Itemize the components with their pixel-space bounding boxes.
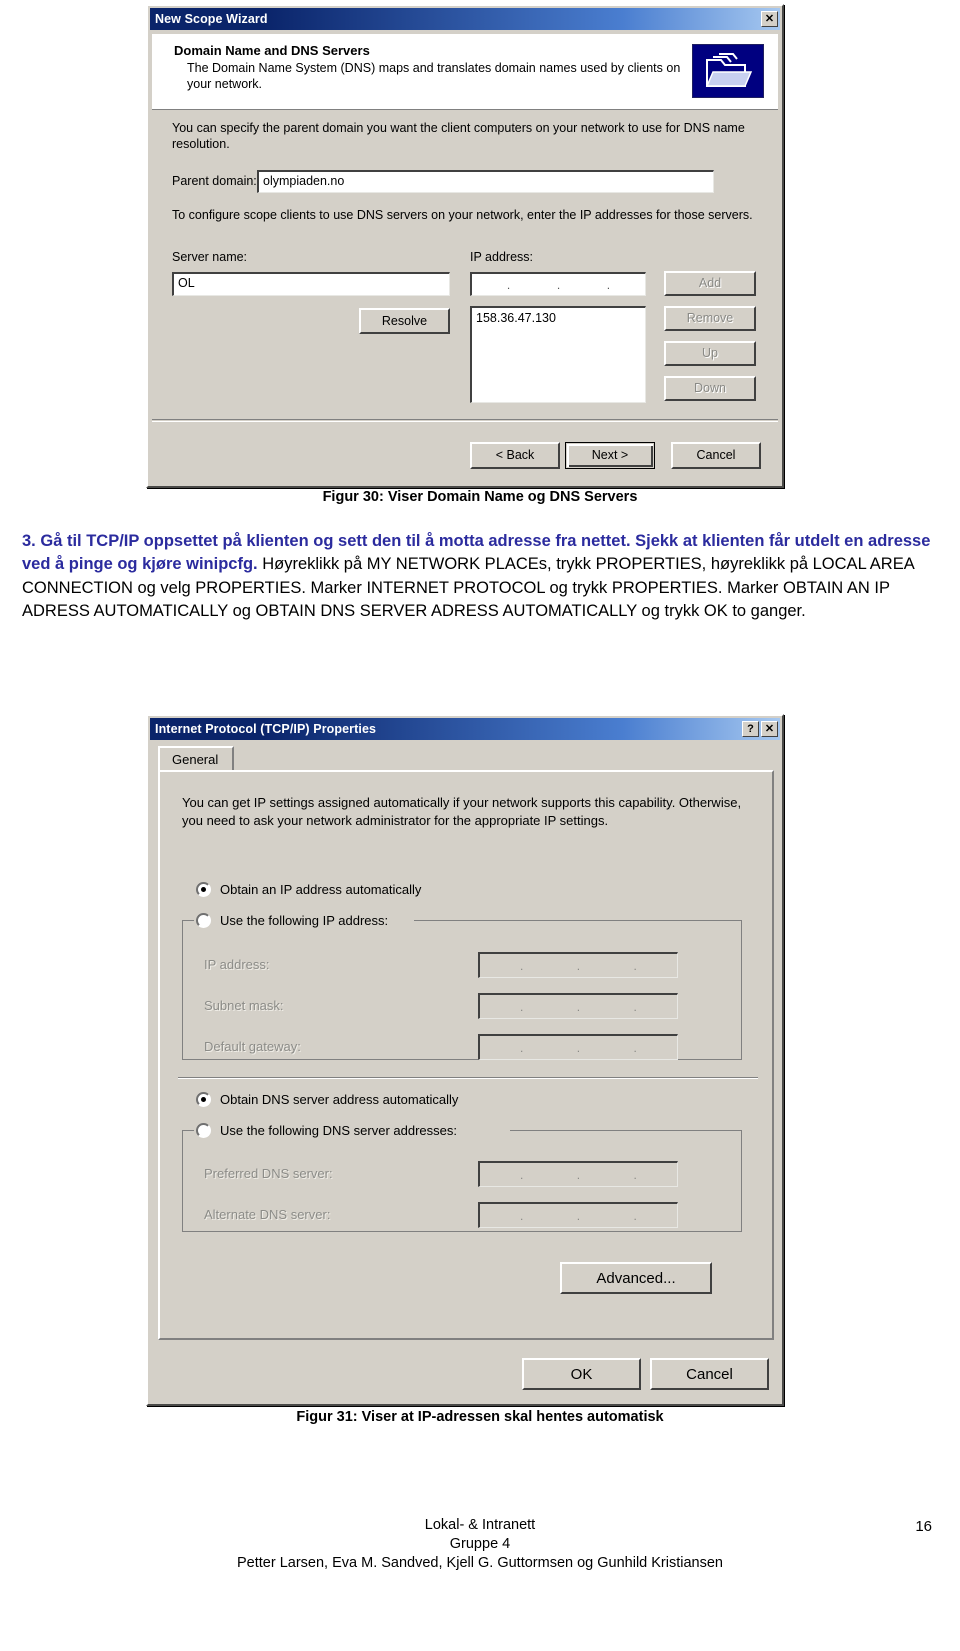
mask-sep-3: . bbox=[633, 999, 637, 1014]
ok-button[interactable]: OK bbox=[522, 1358, 641, 1390]
dns-groupbox-top-right-line bbox=[510, 1130, 742, 1131]
up-button[interactable]: Up bbox=[664, 341, 756, 366]
mask-sep-1: . bbox=[520, 999, 524, 1014]
pdns-sep-3: . bbox=[633, 1167, 637, 1182]
pdns-sep-1: . bbox=[520, 1167, 524, 1182]
wizard-body: You can specify the parent domain you wa… bbox=[152, 110, 778, 420]
page-number: 16 bbox=[915, 1518, 932, 1535]
cancel-button[interactable]: Cancel bbox=[650, 1358, 769, 1390]
tcpip-description: You can get IP settings assigned automat… bbox=[182, 795, 742, 828]
ip-sep-1: . bbox=[506, 277, 511, 292]
subnet-mask-input[interactable]: . . . bbox=[478, 993, 678, 1019]
preferred-dns-input[interactable]: . . . bbox=[478, 1161, 678, 1187]
ip-sep-3: . bbox=[633, 958, 637, 973]
default-gateway-label: Default gateway: bbox=[204, 1039, 301, 1054]
tab-general[interactable]: General bbox=[158, 746, 235, 772]
radio-selected-dot bbox=[201, 1097, 206, 1102]
step-number: 3. bbox=[22, 532, 36, 550]
list-item[interactable]: 158.36.47.130 bbox=[476, 311, 645, 325]
wizard-footer: < Back Next > Cancel bbox=[152, 421, 778, 483]
figure-31-caption: Figur 31: Viser at IP-adressen skal hent… bbox=[296, 1409, 664, 1425]
dns-folder-icon bbox=[692, 44, 764, 98]
alternate-dns-label: Alternate DNS server: bbox=[204, 1207, 331, 1222]
radio-obtain-dns-auto-label[interactable]: Obtain DNS server address automatically bbox=[220, 1092, 458, 1107]
next-button[interactable]: Next > bbox=[565, 442, 655, 469]
wizard-title: New Scope Wizard bbox=[155, 12, 268, 26]
ip-address-label: IP address: bbox=[470, 250, 534, 264]
radio-use-static-ip-label[interactable]: Use the following IP address: bbox=[220, 913, 393, 928]
back-button[interactable]: < Back bbox=[470, 442, 560, 469]
close-glyph: ✕ bbox=[764, 13, 775, 25]
figure-30-caption: Figur 30: Viser Domain Name og DNS Serve… bbox=[322, 489, 638, 505]
preferred-dns-label: Preferred DNS server: bbox=[204, 1166, 333, 1181]
dns-server-list[interactable]: 158.36.47.130 bbox=[470, 306, 646, 403]
help-glyph: ? bbox=[747, 723, 754, 735]
new-scope-wizard-dialog: New Scope Wizard ✕ Domain Name and DNS S… bbox=[146, 4, 784, 488]
radio-obtain-ip-auto-label[interactable]: Obtain an IP address automatically bbox=[220, 882, 421, 897]
wizard-subheading: The Domain Name System (DNS) maps and tr… bbox=[187, 61, 681, 91]
radio-obtain-ip-auto[interactable] bbox=[196, 882, 211, 897]
down-button[interactable]: Down bbox=[664, 376, 756, 401]
gw-sep-3: . bbox=[633, 1040, 637, 1055]
close-glyph: ✕ bbox=[764, 723, 775, 735]
tab-strip: General bbox=[158, 746, 774, 772]
wizard-dns-intro-text: To configure scope clients to use DNS se… bbox=[172, 208, 753, 222]
parent-domain-input[interactable]: olympiaden.no bbox=[257, 170, 714, 193]
dns-ip-address-input[interactable]: . . . bbox=[470, 272, 646, 296]
groupbox-top-right-line bbox=[414, 920, 742, 921]
server-name-label: Server name: bbox=[172, 250, 248, 264]
wizard-titlebar[interactable]: New Scope Wizard ✕ bbox=[150, 8, 780, 30]
ip-sep-2: . bbox=[576, 958, 581, 973]
tcpip-titlebar[interactable]: Internet Protocol (TCP/IP) Properties ? … bbox=[150, 718, 780, 740]
gw-sep-1: . bbox=[520, 1040, 524, 1055]
ip-address-label: IP address: bbox=[204, 957, 270, 972]
instruction-paragraph: 3. Gå til TCP/IP oppsettet på klienten o… bbox=[22, 530, 938, 624]
radio-use-static-dns[interactable] bbox=[196, 1123, 211, 1138]
instruction-bold-line-1: Gå til TCP/IP oppsettet på klienten og s… bbox=[40, 532, 577, 550]
tcpip-title: Internet Protocol (TCP/IP) Properties bbox=[155, 722, 377, 736]
radio-use-static-dns-label[interactable]: Use the following DNS server addresses: bbox=[220, 1123, 461, 1138]
adns-sep-3: . bbox=[633, 1208, 637, 1223]
ip-sep-2: . bbox=[556, 277, 561, 292]
radio-use-static-ip[interactable] bbox=[196, 913, 211, 928]
adns-sep-1: . bbox=[520, 1208, 524, 1223]
alternate-dns-input[interactable]: . . . bbox=[478, 1202, 678, 1228]
footer-line-2: Gruppe 4 bbox=[449, 1536, 511, 1552]
parent-domain-label: Parent domain: bbox=[172, 174, 257, 188]
subnet-mask-label: Subnet mask: bbox=[204, 998, 284, 1013]
remove-button[interactable]: Remove bbox=[664, 306, 756, 331]
mask-sep-2: . bbox=[576, 999, 581, 1014]
dns-groupbox-top-left-line bbox=[182, 1130, 194, 1131]
advanced-button[interactable]: Advanced... bbox=[560, 1262, 712, 1294]
wizard-header: Domain Name and DNS Servers The Domain N… bbox=[152, 34, 778, 110]
pdns-sep-2: . bbox=[576, 1167, 581, 1182]
groupbox-top-left-line bbox=[182, 920, 194, 921]
radio-obtain-dns-auto[interactable] bbox=[196, 1092, 211, 1107]
default-gateway-input[interactable]: . . . bbox=[478, 1034, 678, 1060]
radio-selected-dot bbox=[201, 887, 206, 892]
close-icon[interactable]: ✕ bbox=[761, 11, 778, 27]
ip-sep-3: . bbox=[606, 277, 611, 292]
wizard-intro-text: You can specify the parent domain you wa… bbox=[172, 121, 745, 152]
footer-line-1: Lokal- & Intranett bbox=[424, 1517, 536, 1533]
help-icon[interactable]: ? bbox=[742, 721, 759, 737]
add-button[interactable]: Add bbox=[664, 271, 756, 296]
adns-sep-2: . bbox=[576, 1208, 581, 1223]
wizard-heading: Domain Name and DNS Servers bbox=[174, 43, 370, 58]
ip-address-input[interactable]: . . . bbox=[478, 952, 678, 978]
server-name-input[interactable]: OL bbox=[172, 272, 450, 296]
tcpip-properties-dialog: Internet Protocol (TCP/IP) Properties ? … bbox=[146, 714, 784, 1406]
close-icon[interactable]: ✕ bbox=[761, 721, 778, 737]
footer-line-3: Petter Larsen, Eva M. Sandved, Kjell G. … bbox=[237, 1555, 723, 1571]
section-divider bbox=[178, 1077, 758, 1079]
cancel-button[interactable]: Cancel bbox=[671, 442, 761, 469]
general-tab-panel: You can get IP settings assigned automat… bbox=[158, 770, 774, 1340]
ip-sep-1: . bbox=[520, 958, 524, 973]
resolve-button[interactable]: Resolve bbox=[359, 308, 450, 334]
wizard-header-text: Domain Name and DNS Servers The Domain N… bbox=[152, 34, 692, 109]
gw-sep-2: . bbox=[576, 1040, 581, 1055]
